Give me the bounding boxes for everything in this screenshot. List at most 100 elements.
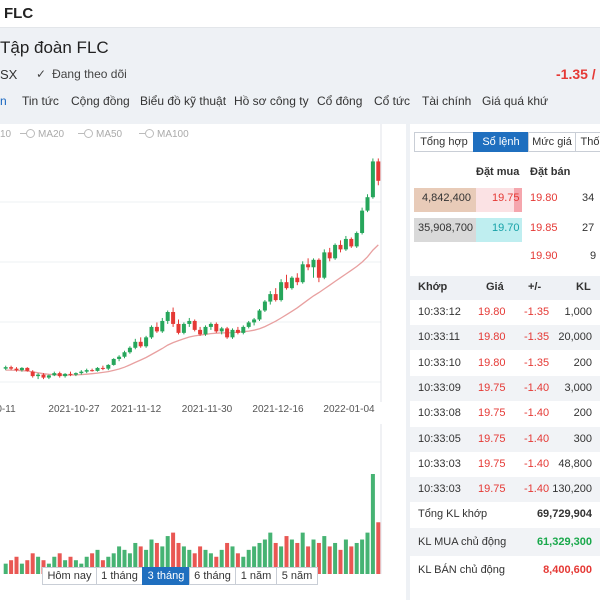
summary-label: KL BÁN chủ động (418, 564, 506, 576)
candle (208, 322, 213, 330)
bid-price[interactable]: 19.70 (492, 222, 520, 234)
candle-body (311, 259, 316, 268)
tab-company-profile[interactable]: Hồ sơ công ty (234, 94, 309, 108)
candle (327, 247, 332, 262)
range-1-month-button[interactable]: 1 tháng (96, 567, 143, 585)
candle (106, 364, 111, 371)
trade-volume: 130,200 (552, 483, 592, 496)
volume-bar (25, 560, 30, 574)
side-tab-orderbook[interactable]: Sổ lệnh (473, 132, 529, 152)
candle-body (122, 352, 127, 357)
candle (117, 355, 122, 362)
exchange-label: SX (0, 67, 18, 82)
candle (57, 371, 62, 378)
candle (316, 258, 321, 283)
candle (279, 279, 284, 302)
candle (187, 317, 192, 327)
candle-body (46, 375, 51, 378)
tab-technical-chart[interactable]: Biểu đồ kỹ thuật (140, 94, 226, 108)
tab-financials[interactable]: Tài chính (422, 94, 471, 108)
company-name: Tập đoàn FLC (0, 38, 109, 57)
candle-body (295, 277, 300, 283)
ask-price[interactable]: 19.90 (530, 250, 558, 262)
volume-bar (349, 546, 354, 574)
bid-price[interactable]: 19.75 (492, 192, 520, 204)
tab-shareholders[interactable]: Cổ đông (317, 94, 362, 108)
candle-body (322, 252, 327, 278)
tab-news[interactable]: Tin tức (22, 94, 59, 108)
candle (133, 338, 138, 350)
candle-body (208, 323, 213, 327)
tab-community[interactable]: Cộng đồng (71, 94, 130, 108)
candle (181, 322, 186, 335)
candle-body (284, 282, 289, 289)
candle-body (365, 197, 370, 211)
volume-bar (19, 563, 24, 574)
candle-body (273, 294, 278, 301)
side-tab-price-levels[interactable]: Mức giá (528, 132, 576, 152)
candle-body (14, 368, 19, 371)
trade-change: -1.35 (524, 356, 550, 369)
candle-body (144, 337, 149, 347)
ask-price[interactable]: 19.80 (530, 192, 558, 204)
orderbook-row: 19.90 9 (410, 246, 600, 270)
ask-volume: 34 (582, 192, 595, 204)
trade-time: 10:33:08 (418, 407, 461, 420)
candle-body (127, 347, 132, 353)
candle-body (41, 374, 46, 378)
bid-volume: 35,908,700 (418, 222, 474, 234)
range-6-month-button[interactable]: 6 tháng (189, 567, 236, 585)
follow-button[interactable]: ✓ Đang theo dõi (36, 67, 127, 81)
summary-buy-active: KL MUA chủ động 61,329,300 (410, 528, 600, 556)
ticker-symbol: FLC (4, 5, 34, 22)
candle-body (181, 323, 186, 333)
range-5-year-button[interactable]: 5 năm (276, 567, 318, 585)
ask-volume: 27 (582, 222, 595, 234)
x-tick-label: 2021-11-30 (182, 404, 233, 415)
tab-overview[interactable]: n (0, 94, 7, 108)
tab-price-history[interactable]: Giá quá khứ (482, 94, 548, 108)
candle-body (79, 371, 84, 374)
candle-body (133, 341, 138, 348)
candle-body (252, 319, 257, 323)
col-change-header: +/- (528, 281, 542, 293)
candle (171, 307, 176, 327)
candle-body (246, 322, 251, 327)
volume-chart (3, 424, 382, 574)
trade-change: -1.35 (524, 331, 550, 344)
range-3-month-button[interactable]: 3 tháng (142, 567, 190, 585)
candle-body (289, 277, 294, 289)
candle-body (25, 367, 30, 371)
candle (122, 350, 127, 359)
trade-change: -1.40 (524, 457, 550, 470)
candlestick-chart[interactable]: 0-11 2021-10-27 2021-11-12 2021-11-30 2021-1… (0, 124, 406, 424)
volume-bar (333, 542, 338, 574)
candle (90, 368, 95, 372)
side-tab-summary[interactable]: Tổng hợp (414, 132, 474, 152)
candle (63, 373, 68, 378)
trade-row: 10:33:10 19.80 -1.35 200 (410, 351, 600, 376)
side-tab-stats[interactable]: Thố (575, 132, 600, 152)
x-tick-label: 2021-10-27 (48, 404, 100, 415)
trade-change: -1.40 (524, 407, 550, 420)
candle-body (63, 373, 68, 377)
candle (273, 288, 278, 302)
range-today-button[interactable]: Hôm nay (42, 567, 97, 585)
trade-time: 10:33:12 (418, 306, 461, 318)
candle (127, 346, 132, 354)
candle-body (203, 326, 208, 335)
volume-bar (3, 563, 8, 574)
candle (322, 249, 327, 280)
candle-body (230, 329, 235, 338)
summary-total: Tổng KL khớp 69,729,904 (410, 500, 600, 528)
trade-price: 19.75 (478, 407, 506, 420)
candle-body (171, 312, 176, 324)
trade-volume: 200 (573, 407, 592, 420)
tab-dividends[interactable]: Cổ tức (374, 94, 410, 108)
trade-row: 10:33:08 19.75 -1.40 200 (410, 401, 600, 426)
ask-price[interactable]: 19.85 (530, 222, 558, 234)
range-1-year-button[interactable]: 1 năm (235, 567, 277, 585)
candle (95, 367, 100, 372)
col-time-header: Khớp (418, 281, 448, 293)
volume-bar (9, 560, 14, 574)
